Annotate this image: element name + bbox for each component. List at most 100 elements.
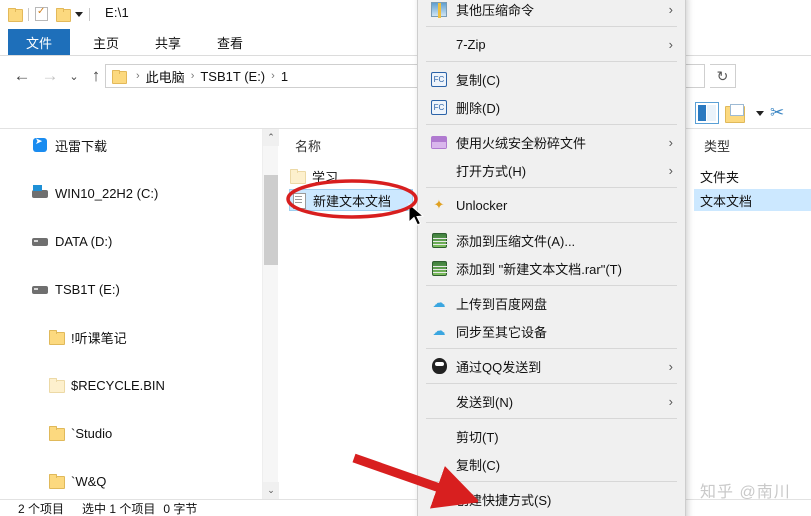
menu-separator — [426, 124, 677, 125]
context-menu[interactable]: 其他压缩命令 › 7-Zip › FC 复制(C) FC 删除(D) 使用火绒安… — [417, 0, 686, 516]
breadcrumb-item-0[interactable]: 此电脑 — [146, 67, 185, 86]
tree-item-e-drive[interactable]: TSB1T (E:) — [0, 277, 262, 301]
menu-item-7zip[interactable]: 7-Zip › — [418, 30, 685, 58]
chevron-up-icon[interactable]: ⌃ — [263, 129, 279, 146]
chevron-right-icon: › — [668, 2, 673, 17]
shred-icon — [428, 133, 450, 151]
menu-item-add-to-named-rar[interactable]: 添加到 "新建文本文档.rar"(T) — [418, 254, 685, 282]
zip-icon — [428, 0, 450, 18]
menu-item-create-shortcut[interactable]: 创建快捷方式(S) — [418, 485, 685, 513]
menu-item-label: 添加到 "新建文本文档.rar"(T) — [456, 261, 622, 277]
menu-separator — [426, 348, 677, 349]
menu-item-label: 创建快捷方式(S) — [456, 492, 552, 508]
breadcrumb-item-1[interactable]: TSB1T (E:) — [200, 69, 265, 84]
folder-icon — [48, 377, 65, 393]
status-selection: 选中 1 个项目 — [82, 501, 156, 516]
recent-locations-chevron-down-icon[interactable]: ⌄ — [62, 64, 86, 88]
menu-item-label: 同步至其它设备 — [456, 324, 548, 340]
new-folder-icon[interactable] — [56, 8, 71, 22]
menu-item-fc-delete[interactable]: FC 删除(D) — [418, 93, 685, 121]
watermark: 知乎 @南川 — [700, 484, 791, 501]
baidu-icon: ☁ — [432, 323, 446, 338]
refresh-icon[interactable]: ↻ — [710, 64, 736, 88]
column-header-name[interactable]: 名称 — [295, 136, 321, 155]
menu-separator — [426, 481, 677, 482]
tree-item-label: `Studio — [71, 425, 113, 441]
tree-item-c-drive[interactable]: WIN10_22H2 (C:) — [0, 181, 262, 205]
tree-item-wq[interactable]: `W&Q — [0, 469, 262, 493]
menu-item-fc-copy[interactable]: FC 复制(C) — [418, 65, 685, 93]
blank-icon — [428, 455, 450, 473]
menu-item-send-to[interactable]: 发送到(N) › — [418, 387, 685, 415]
menu-separator — [426, 26, 677, 27]
list-item-name: 学习 — [312, 169, 339, 185]
view-toolbar: ✂ — [695, 98, 811, 128]
folder-icon — [48, 329, 65, 345]
qq-icon — [428, 357, 450, 375]
new-item-icon[interactable] — [725, 104, 745, 123]
menu-item-copy[interactable]: 复制(C) — [418, 450, 685, 478]
list-item-name: 新建文本文档 — [313, 193, 392, 209]
menu-item-label: 复制(C) — [456, 457, 501, 473]
chevron-right-icon: › — [668, 394, 673, 409]
blank-icon — [428, 490, 450, 508]
drive-icon — [32, 233, 49, 249]
menu-item-label: Unlocker — [456, 197, 508, 213]
status-bar: 2 个项目 选中 1 个项目 0 字节 — [0, 499, 811, 516]
tab-home[interactable]: 主页 — [78, 29, 134, 55]
navigation-tree[interactable]: 迅雷下载 WIN10_22H2 (C:) DATA (D:) TSB1T (E:… — [0, 129, 262, 499]
folder-icon — [112, 70, 127, 84]
menu-separator — [426, 187, 677, 188]
properties-icon[interactable] — [35, 6, 48, 21]
menu-item-other-compress[interactable]: 其他压缩命令 › — [418, 0, 685, 23]
chevron-down-icon[interactable]: ⌄ — [263, 482, 279, 499]
unlocker-icon: ✦ — [433, 197, 445, 212]
breadcrumb-separator: › — [271, 70, 275, 82]
list-item[interactable]: 新建文本文档 — [289, 189, 413, 211]
scrollbar-thumb[interactable] — [264, 175, 278, 265]
folder-icon[interactable] — [8, 8, 23, 22]
tree-scrollbar[interactable]: ⌃ ⌄ — [262, 129, 279, 499]
forward-arrow-icon[interactable]: → — [38, 64, 62, 88]
text-file-icon — [290, 192, 307, 209]
menu-item-upload-baidu[interactable]: ☁ 上传到百度网盘 — [418, 289, 685, 317]
menu-item-open-with[interactable]: 打开方式(H) › — [418, 156, 685, 184]
blank-icon — [428, 392, 450, 410]
column-header-type[interactable]: 类型 — [704, 136, 730, 155]
divider — [0, 55, 811, 56]
menu-item-label: 7-Zip — [456, 36, 486, 52]
menu-item-label: 剪切(T) — [456, 429, 499, 445]
menu-item-label: 发送到(N) — [456, 394, 514, 410]
menu-item-unlocker[interactable]: ✦ Unlocker — [418, 191, 685, 219]
menu-item-cut[interactable]: 剪切(T) — [418, 422, 685, 450]
tree-item-recycle-bin[interactable]: $RECYCLE.BIN — [0, 373, 262, 397]
tree-item-label: TSB1T (E:) — [55, 281, 120, 297]
folder-icon — [48, 473, 65, 489]
scissors-icon[interactable]: ✂ — [770, 103, 784, 123]
tree-item-d-drive[interactable]: DATA (D:) — [0, 229, 262, 253]
chevron-down-icon[interactable] — [75, 11, 83, 17]
menu-item-huorong-shred[interactable]: 使用火绒安全粉碎文件 › — [418, 128, 685, 156]
drive-icon — [32, 281, 49, 297]
tree-item-notes[interactable]: !听课笔记 — [0, 325, 262, 349]
winrar-icon — [428, 259, 450, 277]
menu-item-send-via-qq[interactable]: 通过QQ发送到 › — [418, 352, 685, 380]
menu-separator — [426, 383, 677, 384]
tree-item-xunlei[interactable]: 迅雷下载 — [0, 133, 262, 157]
preview-pane-icon[interactable] — [695, 102, 719, 124]
tab-file[interactable]: 文件 — [8, 29, 70, 55]
menu-item-add-to-archive[interactable]: 添加到压缩文件(A)... — [418, 226, 685, 254]
menu-item-sync-devices[interactable]: ☁ 同步至其它设备 — [418, 317, 685, 345]
menu-item-label: 其他压缩命令 — [456, 2, 535, 18]
list-item[interactable]: 学习 — [289, 165, 409, 187]
menu-item-label: 复制(C) — [456, 72, 501, 88]
tab-share[interactable]: 共享 — [140, 29, 196, 55]
breadcrumb-item-2[interactable]: 1 — [281, 69, 288, 84]
chevron-right-icon: › — [668, 37, 673, 52]
back-arrow-icon[interactable]: ← — [10, 64, 34, 88]
tab-view[interactable]: 查看 — [202, 29, 258, 55]
tree-item-studio[interactable]: `Studio — [0, 421, 262, 445]
status-size: 0 字节 — [163, 501, 198, 516]
window-title: E:\1 — [105, 5, 129, 20]
chevron-down-icon[interactable] — [756, 110, 764, 116]
